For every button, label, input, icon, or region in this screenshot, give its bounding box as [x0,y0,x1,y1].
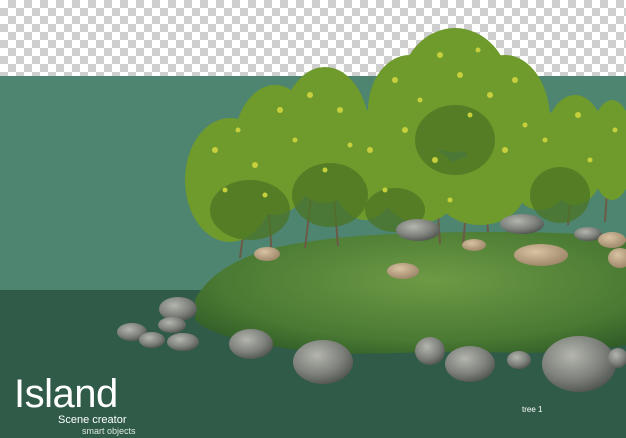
caption-tagline: smart objects [82,426,136,436]
caption-subtitle: Scene creator [58,414,127,426]
object-label: tree 1 [522,405,543,414]
caption-block: Island Scene creator smart objects [14,374,174,436]
island-scene: Island Scene creator smart objects tree … [0,0,626,438]
caption-title: Island [14,372,118,416]
